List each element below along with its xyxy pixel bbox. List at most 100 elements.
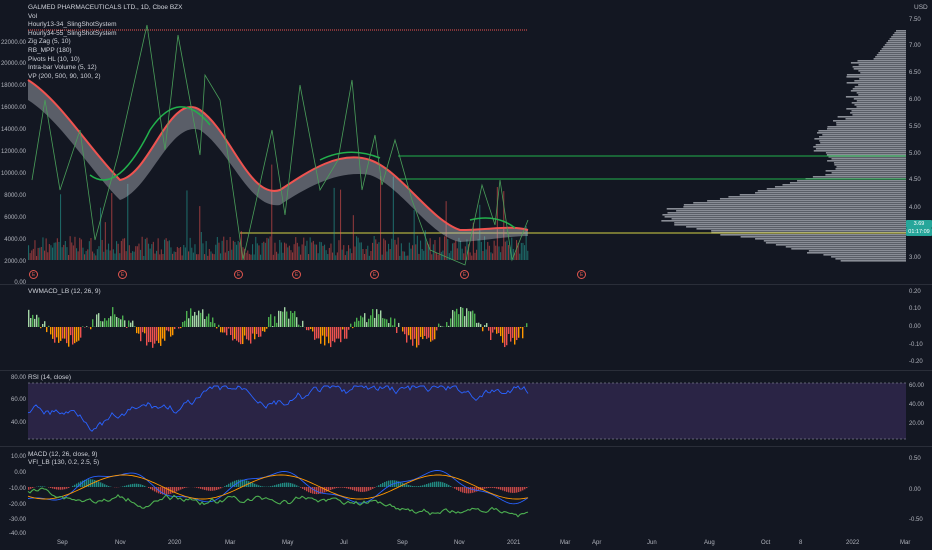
volume-bar (55, 242, 57, 260)
volume-bar (384, 240, 386, 260)
macd-bar (518, 487, 520, 493)
volume-bar (223, 236, 225, 260)
macd-bar (516, 487, 518, 493)
macd-bar (498, 487, 500, 490)
vwmacd-bar (460, 306, 462, 327)
vwmacd-bar (358, 320, 360, 327)
vp-bar (813, 150, 906, 152)
main-price-pane[interactable]: GALMED PHARMACEUTICALS LTD., 1D, Cboe BZ… (0, 0, 932, 286)
macd-bar (268, 486, 270, 487)
vp-bar (856, 92, 906, 94)
earnings-marker[interactable]: E (577, 270, 586, 279)
volume-bar (346, 251, 348, 260)
earnings-marker[interactable]: E (29, 270, 38, 279)
vwmacd-bar (214, 323, 216, 327)
vp-bar (833, 120, 906, 122)
vwmacd-bar (190, 308, 192, 327)
macd-bar (40, 486, 42, 487)
main-chart-canvas[interactable] (0, 0, 932, 284)
macd-bar (176, 487, 178, 492)
volume-bar (280, 242, 282, 260)
vp-bar (674, 224, 906, 226)
vp-bar (886, 42, 906, 44)
earnings-marker[interactable]: E (118, 270, 127, 279)
macd-bar (432, 482, 434, 487)
volume-bar (216, 237, 218, 260)
macd-bar (226, 484, 228, 487)
volume-bar (245, 252, 247, 260)
vwmacd-bar (174, 327, 176, 330)
vwmacd-pane[interactable]: VWMACD_LB (12, 26, 9) 0.20 0.10 0.00 -0.… (0, 285, 932, 370)
volume-bar (476, 249, 478, 260)
volume-bar (120, 240, 122, 260)
vwmacd-bar (70, 327, 72, 336)
volume-bar (119, 253, 121, 260)
volume-bar (162, 253, 164, 260)
volume-bar (264, 242, 266, 260)
vp-bar (846, 82, 906, 84)
earnings-marker[interactable]: E (292, 270, 301, 279)
vwmacd-bar (508, 327, 510, 334)
volume-bar (255, 236, 257, 260)
volume-bar (167, 241, 169, 260)
vwmacd-bar (418, 327, 420, 346)
volume-bar (71, 242, 73, 260)
vp-bar (825, 152, 906, 154)
volume-bar (56, 238, 58, 260)
vwmacd-bar (276, 322, 278, 327)
earnings-marker[interactable]: E (370, 270, 379, 279)
macd-bar (208, 487, 210, 491)
vp-bar (815, 144, 906, 146)
macd-bar (362, 487, 364, 492)
macd-pane[interactable]: MACD (12, 26, close, 9) VFI_LB (130, 0.2… (0, 447, 932, 538)
macd-bar (106, 485, 108, 487)
volume-bar (100, 207, 102, 260)
vwmacd-bar (486, 323, 488, 327)
macd-bar (390, 480, 392, 487)
volume-bar (184, 247, 186, 260)
volume-bar (389, 249, 391, 260)
volume-bar (189, 237, 191, 260)
macd-bar (470, 487, 472, 494)
volume-bar (164, 239, 166, 260)
vp-bar (836, 166, 906, 168)
earnings-marker[interactable]: E (234, 270, 243, 279)
vp-bar (711, 230, 906, 232)
volume-bar (495, 245, 497, 260)
macd-bar (332, 487, 334, 490)
vwmacd-bar (510, 327, 512, 342)
vp-bar (728, 196, 906, 198)
volume-bar (317, 253, 319, 260)
vwmacd-bar (28, 309, 30, 327)
vp-bar (856, 106, 906, 108)
vp-bar (840, 260, 906, 262)
macd-bar (374, 487, 376, 488)
vwmacd-histogram (28, 306, 528, 348)
vwmacd-bar (314, 327, 316, 340)
vwmacd-bar (86, 326, 88, 327)
vp-bar (826, 154, 906, 156)
macd-bar (490, 487, 492, 488)
volume-bar (332, 252, 334, 260)
vwmacd-bar (222, 327, 224, 333)
vwmacd-bar (82, 326, 84, 327)
vwmacd-bar (370, 315, 372, 327)
vwmacd-bar (54, 327, 56, 343)
volume-bar (276, 251, 278, 260)
vwmacd-bar (242, 327, 244, 345)
macd-bar (212, 487, 214, 491)
rsi-pane[interactable]: RSI (14, close) 80.00 60.00 40.00 60.00 … (0, 371, 932, 446)
vwmacd-bar (194, 311, 196, 327)
earnings-marker[interactable]: E (460, 270, 469, 279)
volume-bar (154, 253, 156, 260)
vp-bar (797, 180, 906, 182)
vp-bar (683, 204, 906, 206)
vwmacd-bar (320, 327, 322, 344)
volume-bar (228, 251, 230, 260)
volume-bar (50, 245, 52, 260)
macd-bar (198, 487, 200, 489)
volume-bar (135, 246, 137, 260)
vwmacd-bar (322, 327, 324, 336)
vwmacd-bar (342, 327, 344, 330)
time-axis[interactable]: Sep Nov 2020 Mar May Jul Sep Nov 2021 Ma… (0, 538, 932, 550)
